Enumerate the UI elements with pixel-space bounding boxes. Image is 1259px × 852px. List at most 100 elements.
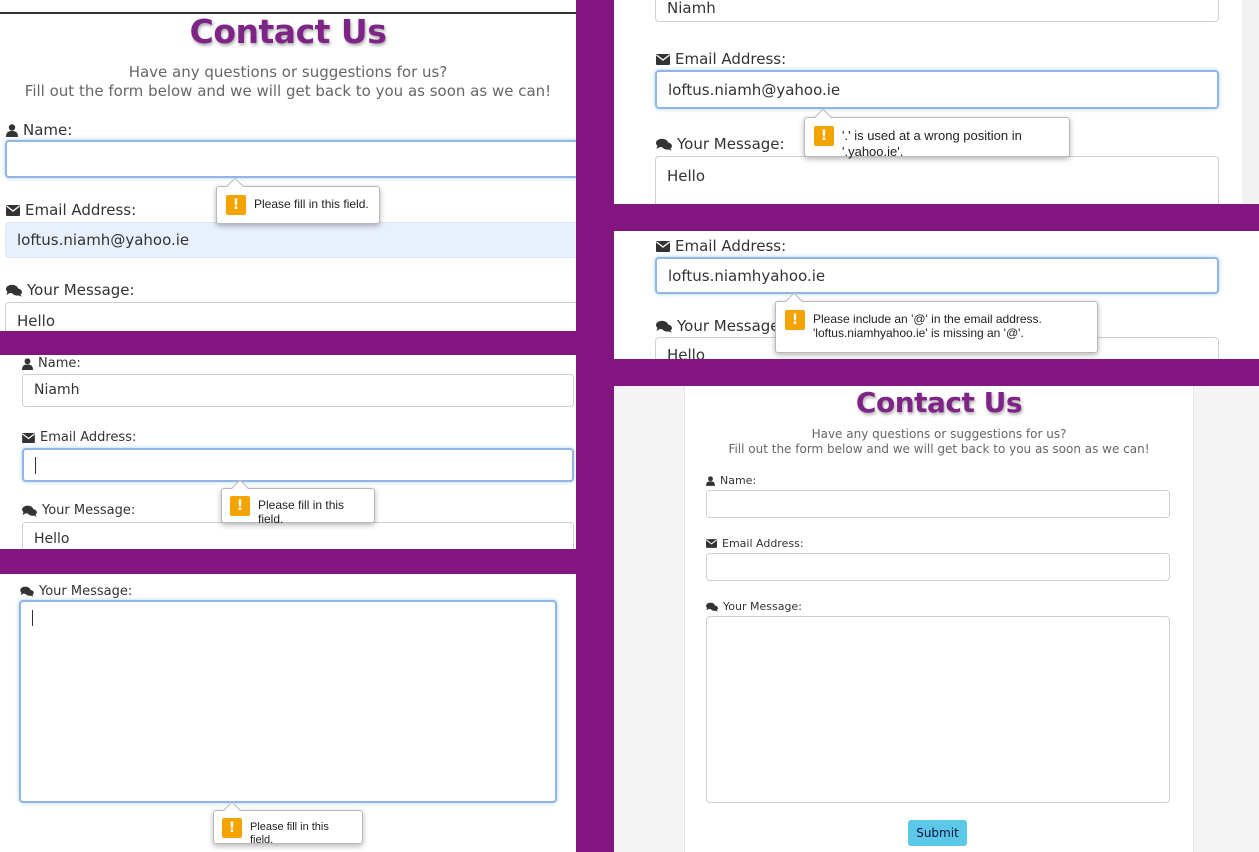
- page-subtitle: Have any questions or suggestions for us…: [0, 63, 576, 101]
- email-label-text: Email Address:: [675, 237, 787, 255]
- tooltip-text: Please include an '@' in the email addre…: [813, 310, 1042, 341]
- validation-tooltip: ! Please fill in this field.: [213, 810, 363, 847]
- message-textarea[interactable]: Hello: [5, 302, 576, 331]
- comments-icon: [6, 284, 22, 297]
- email-label-text: Email Address:: [722, 537, 804, 550]
- message-textarea[interactable]: [19, 600, 557, 803]
- tooltip-text: Please fill in this field.: [258, 498, 345, 527]
- message-label-text: Your Message:: [677, 135, 785, 153]
- comments-icon: [22, 505, 37, 517]
- message-label-text: Your Message:: [39, 584, 133, 599]
- envelope-icon: [22, 432, 35, 443]
- subtitle-line-2: Fill out the form below and we will get …: [728, 442, 1150, 456]
- panel-email-required: Name: Niamh Email Address: ! Please fill…: [0, 355, 576, 549]
- user-icon: [706, 475, 715, 486]
- validation-tooltip: ! Please include an '@' in the email add…: [775, 301, 1098, 353]
- panel-name-required: Contact Us Have any questions or suggest…: [0, 0, 576, 331]
- name-input[interactable]: [5, 140, 576, 178]
- message-label-text: Your Message:: [723, 600, 802, 613]
- name-input[interactable]: [706, 490, 1170, 518]
- subtitle-line-2: Fill out the form below and we will get …: [24, 81, 552, 100]
- email-input-value: loftus.niamh@yahoo.ie: [668, 81, 841, 99]
- name-label-text: Name:: [23, 121, 73, 139]
- tooltip-text: Please fill in this field.: [250, 821, 329, 847]
- page-title: Contact Us: [855, 386, 1023, 419]
- panel-message-required: Your Message: ! Please fill in this fiel…: [0, 574, 576, 852]
- email-label: Email Address:: [706, 537, 804, 550]
- text-caret: [32, 610, 33, 626]
- validation-tooltip: ! Please fill in this field.: [216, 186, 380, 224]
- name-label: Name:: [6, 121, 72, 139]
- email-label: Email Address:: [656, 50, 786, 68]
- email-input-value: loftus.niamhyahoo.ie: [668, 267, 826, 285]
- page-subtitle: Have any questions or suggestions for us…: [685, 427, 1193, 457]
- name-label-text: Name:: [720, 474, 757, 487]
- tooltip-text: Please fill in this field.: [254, 197, 369, 211]
- subtitle-line-1: Have any questions or suggestions for us…: [811, 427, 1067, 441]
- comments-icon: [20, 586, 34, 597]
- email-input[interactable]: [706, 553, 1170, 581]
- message-label: Your Message:: [20, 584, 132, 599]
- message-label: Your Message:: [706, 600, 802, 613]
- validation-tooltip: ! '.' is used at a wrong position in '.y…: [804, 117, 1070, 159]
- tooltip-line-1: Please include an '@' in the email addre…: [813, 312, 1042, 326]
- comments-icon: [656, 320, 672, 333]
- name-input-value: Niamh: [34, 382, 80, 398]
- message-label: Your Message:: [6, 281, 135, 299]
- email-label-text: Email Address:: [40, 430, 137, 445]
- message-textarea[interactable]: [706, 616, 1170, 803]
- user-icon: [22, 357, 33, 370]
- message-textarea-value: Hello: [34, 531, 70, 547]
- tooltip-text: '.' is used at a wrong position in '.yah…: [842, 128, 1022, 159]
- email-input[interactable]: loftus.niamhyahoo.ie: [655, 257, 1219, 294]
- email-label: Email Address:: [6, 201, 136, 219]
- message-label: Your Message:: [656, 135, 785, 153]
- comments-icon: [706, 602, 718, 612]
- envelope-icon: [656, 53, 670, 65]
- message-textarea-value: Hello: [667, 167, 706, 185]
- email-label-text: Email Address:: [25, 201, 137, 219]
- panel-full-form: Contact Us Have any questions or suggest…: [614, 386, 1259, 852]
- message-label-text: Your Message:: [677, 317, 785, 335]
- envelope-icon: [706, 539, 717, 548]
- envelope-icon: [656, 240, 670, 252]
- user-icon: [6, 123, 18, 137]
- validation-tooltip: ! Please fill in this field.: [221, 488, 375, 526]
- email-label-text: Email Address:: [675, 50, 787, 68]
- email-input-value: loftus.niamh@yahoo.ie: [17, 231, 190, 249]
- name-input-value: Niamh: [667, 0, 716, 17]
- panel-email-missing-at: Email Address: loftus.niamhyahoo.ie ! Pl…: [614, 231, 1259, 359]
- message-textarea[interactable]: Hello: [655, 156, 1219, 204]
- tooltip-line-2: 'loftus.niamhyahoo.ie' is missing an '@'…: [813, 326, 1024, 341]
- message-label-text: Your Message:: [27, 281, 135, 299]
- panel-email-dot-error: Niamh Email Address: loftus.niamh@yahoo.…: [614, 0, 1259, 204]
- email-label: Email Address:: [656, 237, 786, 255]
- message-label: Your Message:: [22, 503, 135, 518]
- form-card: Contact Us Have any questions or suggest…: [684, 386, 1194, 852]
- name-label: Name:: [22, 356, 81, 371]
- message-label: Your Message:: [656, 317, 785, 335]
- email-label: Email Address:: [22, 430, 136, 445]
- warning-icon: !: [814, 126, 834, 146]
- text-caret: [35, 457, 36, 474]
- warning-icon: !: [226, 195, 246, 215]
- warning-icon: !: [222, 818, 242, 838]
- comments-icon: [656, 138, 672, 151]
- name-label-text: Name:: [38, 356, 81, 371]
- envelope-icon: [6, 204, 20, 216]
- name-input[interactable]: Niamh: [22, 374, 574, 407]
- message-textarea-value: Hello: [667, 346, 706, 359]
- name-input[interactable]: Niamh: [655, 0, 1219, 22]
- submit-button[interactable]: Submit: [908, 820, 967, 846]
- email-input[interactable]: [22, 448, 574, 482]
- page-scrollbar-track: [1242, 0, 1259, 204]
- message-label-text: Your Message:: [42, 503, 136, 518]
- subtitle-line-1: Have any questions or suggestions for us…: [128, 63, 448, 81]
- warning-icon: !: [785, 310, 805, 330]
- warning-icon: !: [230, 496, 250, 516]
- message-textarea-value: Hello: [17, 312, 56, 330]
- name-label: Name:: [706, 474, 756, 487]
- email-input[interactable]: loftus.niamh@yahoo.ie: [5, 222, 576, 258]
- page-title: Contact Us: [189, 12, 387, 51]
- email-input[interactable]: loftus.niamh@yahoo.ie: [655, 70, 1219, 109]
